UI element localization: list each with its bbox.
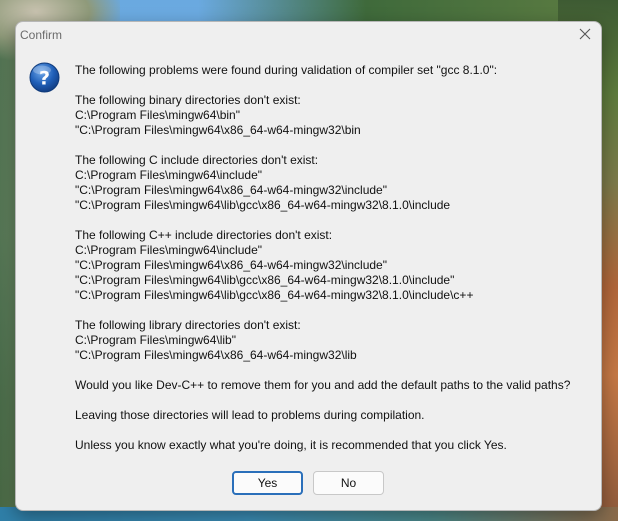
path-line: "C:\Program Files\mingw64\x86_64-w64-min… (75, 123, 361, 137)
button-row: Yes No (232, 471, 384, 495)
dialog-title: Confirm (20, 28, 63, 42)
path-line: C:\Program Files\mingw64\include" (75, 243, 262, 257)
message-intro: The following problems were found during… (75, 63, 498, 77)
section-heading: The following binary directories don't e… (75, 93, 301, 107)
c-include-dirs-section: The following C include directories don'… (75, 153, 595, 213)
path-line: "C:\Program Files\mingw64\x86_64-w64-min… (75, 348, 357, 362)
wallpaper-foliage-top (198, 0, 618, 22)
section-heading: The following C++ include directories do… (75, 228, 333, 242)
message-body: The following problems were found during… (75, 63, 595, 468)
path-line: "C:\Program Files\mingw64\x86_64-w64-min… (75, 258, 387, 272)
section-heading: The following C include directories don'… (75, 153, 319, 167)
confirm-dialog: Confirm ? The following problems were fo… (15, 21, 602, 511)
close-button[interactable] (575, 24, 595, 44)
question-text: Would you like Dev-C++ to remove them fo… (75, 378, 571, 392)
question-icon: ? (29, 62, 60, 93)
svg-text:?: ? (39, 68, 50, 90)
path-line: "C:\Program Files\mingw64\lib\gcc\x86_64… (75, 288, 474, 302)
warning-text: Leaving those directories will lead to p… (75, 408, 425, 422)
path-line: "C:\Program Files\mingw64\lib\gcc\x86_64… (75, 273, 455, 287)
path-line: C:\Program Files\mingw64\include" (75, 168, 262, 182)
recommendation-text: Unless you know exactly what you're doin… (75, 438, 507, 452)
title-bar[interactable]: Confirm (16, 22, 601, 46)
close-icon (579, 28, 591, 40)
path-line: C:\Program Files\mingw64\bin" (75, 108, 240, 122)
section-heading: The following library directories don't … (75, 318, 301, 332)
path-line: "C:\Program Files\mingw64\lib\gcc\x86_64… (75, 198, 451, 212)
no-button[interactable]: No (313, 471, 384, 495)
library-dirs-section: The following library directories don't … (75, 318, 595, 363)
yes-button[interactable]: Yes (232, 471, 303, 495)
cpp-include-dirs-section: The following C++ include directories do… (75, 228, 595, 303)
path-line: "C:\Program Files\mingw64\x86_64-w64-min… (75, 183, 387, 197)
path-line: C:\Program Files\mingw64\lib" (75, 333, 236, 347)
binary-dirs-section: The following binary directories don't e… (75, 93, 595, 138)
